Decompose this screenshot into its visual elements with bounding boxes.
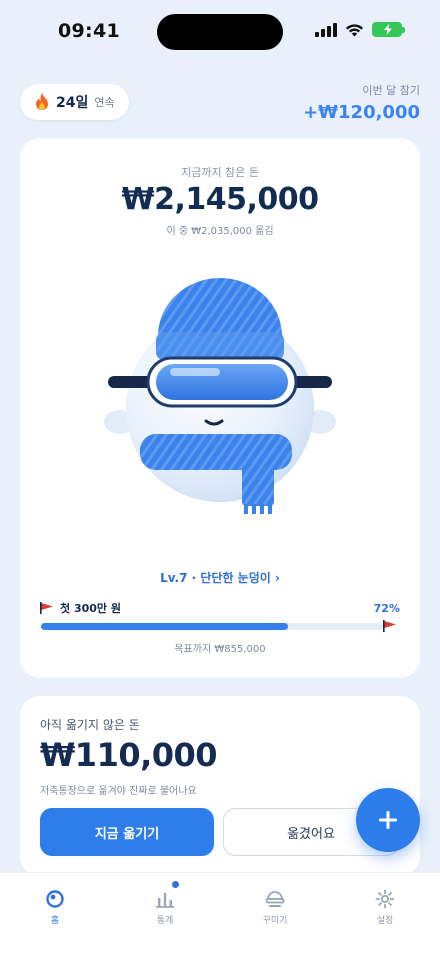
tab-label: 홈 (50, 916, 60, 926)
tab-label: 설정 (376, 916, 394, 926)
snowball-icon (46, 890, 64, 908)
total-saved-label: 지금까지 참은 돈 (181, 166, 259, 179)
streak-days: 24일 (56, 95, 89, 111)
goal-name: 첫 300만 원 (60, 602, 121, 615)
status-time: 09:41 (58, 20, 120, 42)
goal-row: 첫 300만 원 72% (40, 600, 400, 616)
moved-note: 이 중 ₩2,035,000 옮김 (166, 226, 274, 237)
tab-decorate[interactable]: 꾸미기 (220, 873, 330, 956)
pending-note: 저축통장으로 옮겨야 진짜로 불어나요 (40, 786, 197, 797)
bar-chart-icon (156, 893, 174, 908)
pending-title: 아직 옮기지 않은 돈 (40, 718, 140, 732)
pending-card: 아직 옮기지 않은 돈 ₩110,000 저축통장으로 옮겨야 진짜로 불어나요… (20, 696, 420, 876)
fire-icon (36, 93, 48, 110)
streak-suffix: 연속 (94, 96, 115, 109)
monthly-value: +₩120,000 (303, 102, 420, 123)
streak-badge[interactable]: 24일 연속 (20, 84, 129, 120)
hat-icon (265, 891, 285, 907)
level-link[interactable]: Lv.7 · 단단한 눈덩이 › (20, 569, 420, 586)
goal-percent: 72% (373, 601, 400, 615)
snowball-mascot[interactable] (100, 276, 340, 532)
signal-icon (315, 22, 337, 37)
savings-card: 지금까지 참은 돈 ₩2,145,000 이 중 ₩2,035,000 옮김 L… (20, 138, 420, 678)
status-icons (315, 22, 405, 37)
gear-icon (375, 889, 395, 909)
tab-home[interactable]: 홈 (0, 873, 110, 956)
monthly-label: 이번 달 참기 (362, 84, 420, 97)
monthly-summary: 이번 달 참기 +₩120,000 (303, 82, 420, 123)
goal-progress-bar (41, 623, 384, 630)
new-badge (172, 881, 179, 888)
wifi-icon (346, 23, 363, 36)
tab-bar: 홈 통계 꾸미기 설정 (0, 872, 440, 956)
status-bar: 09:41 (0, 0, 440, 64)
total-saved-value: ₩2,145,000 (121, 182, 319, 217)
pending-amount: ₩110,000 (40, 736, 218, 774)
battery-icon (372, 22, 405, 37)
tab-label: 통계 (156, 916, 174, 926)
move-now-button[interactable]: 지금 옮기기 (40, 808, 214, 856)
flag-icon (40, 602, 53, 614)
add-button[interactable] (356, 788, 420, 852)
goal-remaining: 목표까지 ₩855,000 (174, 644, 266, 655)
goal-progress-fill (41, 623, 288, 630)
goal-flag-icon (383, 620, 396, 632)
tab-stats[interactable]: 통계 (110, 873, 220, 956)
tab-settings[interactable]: 설정 (330, 873, 440, 956)
plus-icon (379, 811, 397, 829)
tab-label: 꾸미기 (262, 916, 288, 926)
dynamic-island (157, 14, 283, 50)
